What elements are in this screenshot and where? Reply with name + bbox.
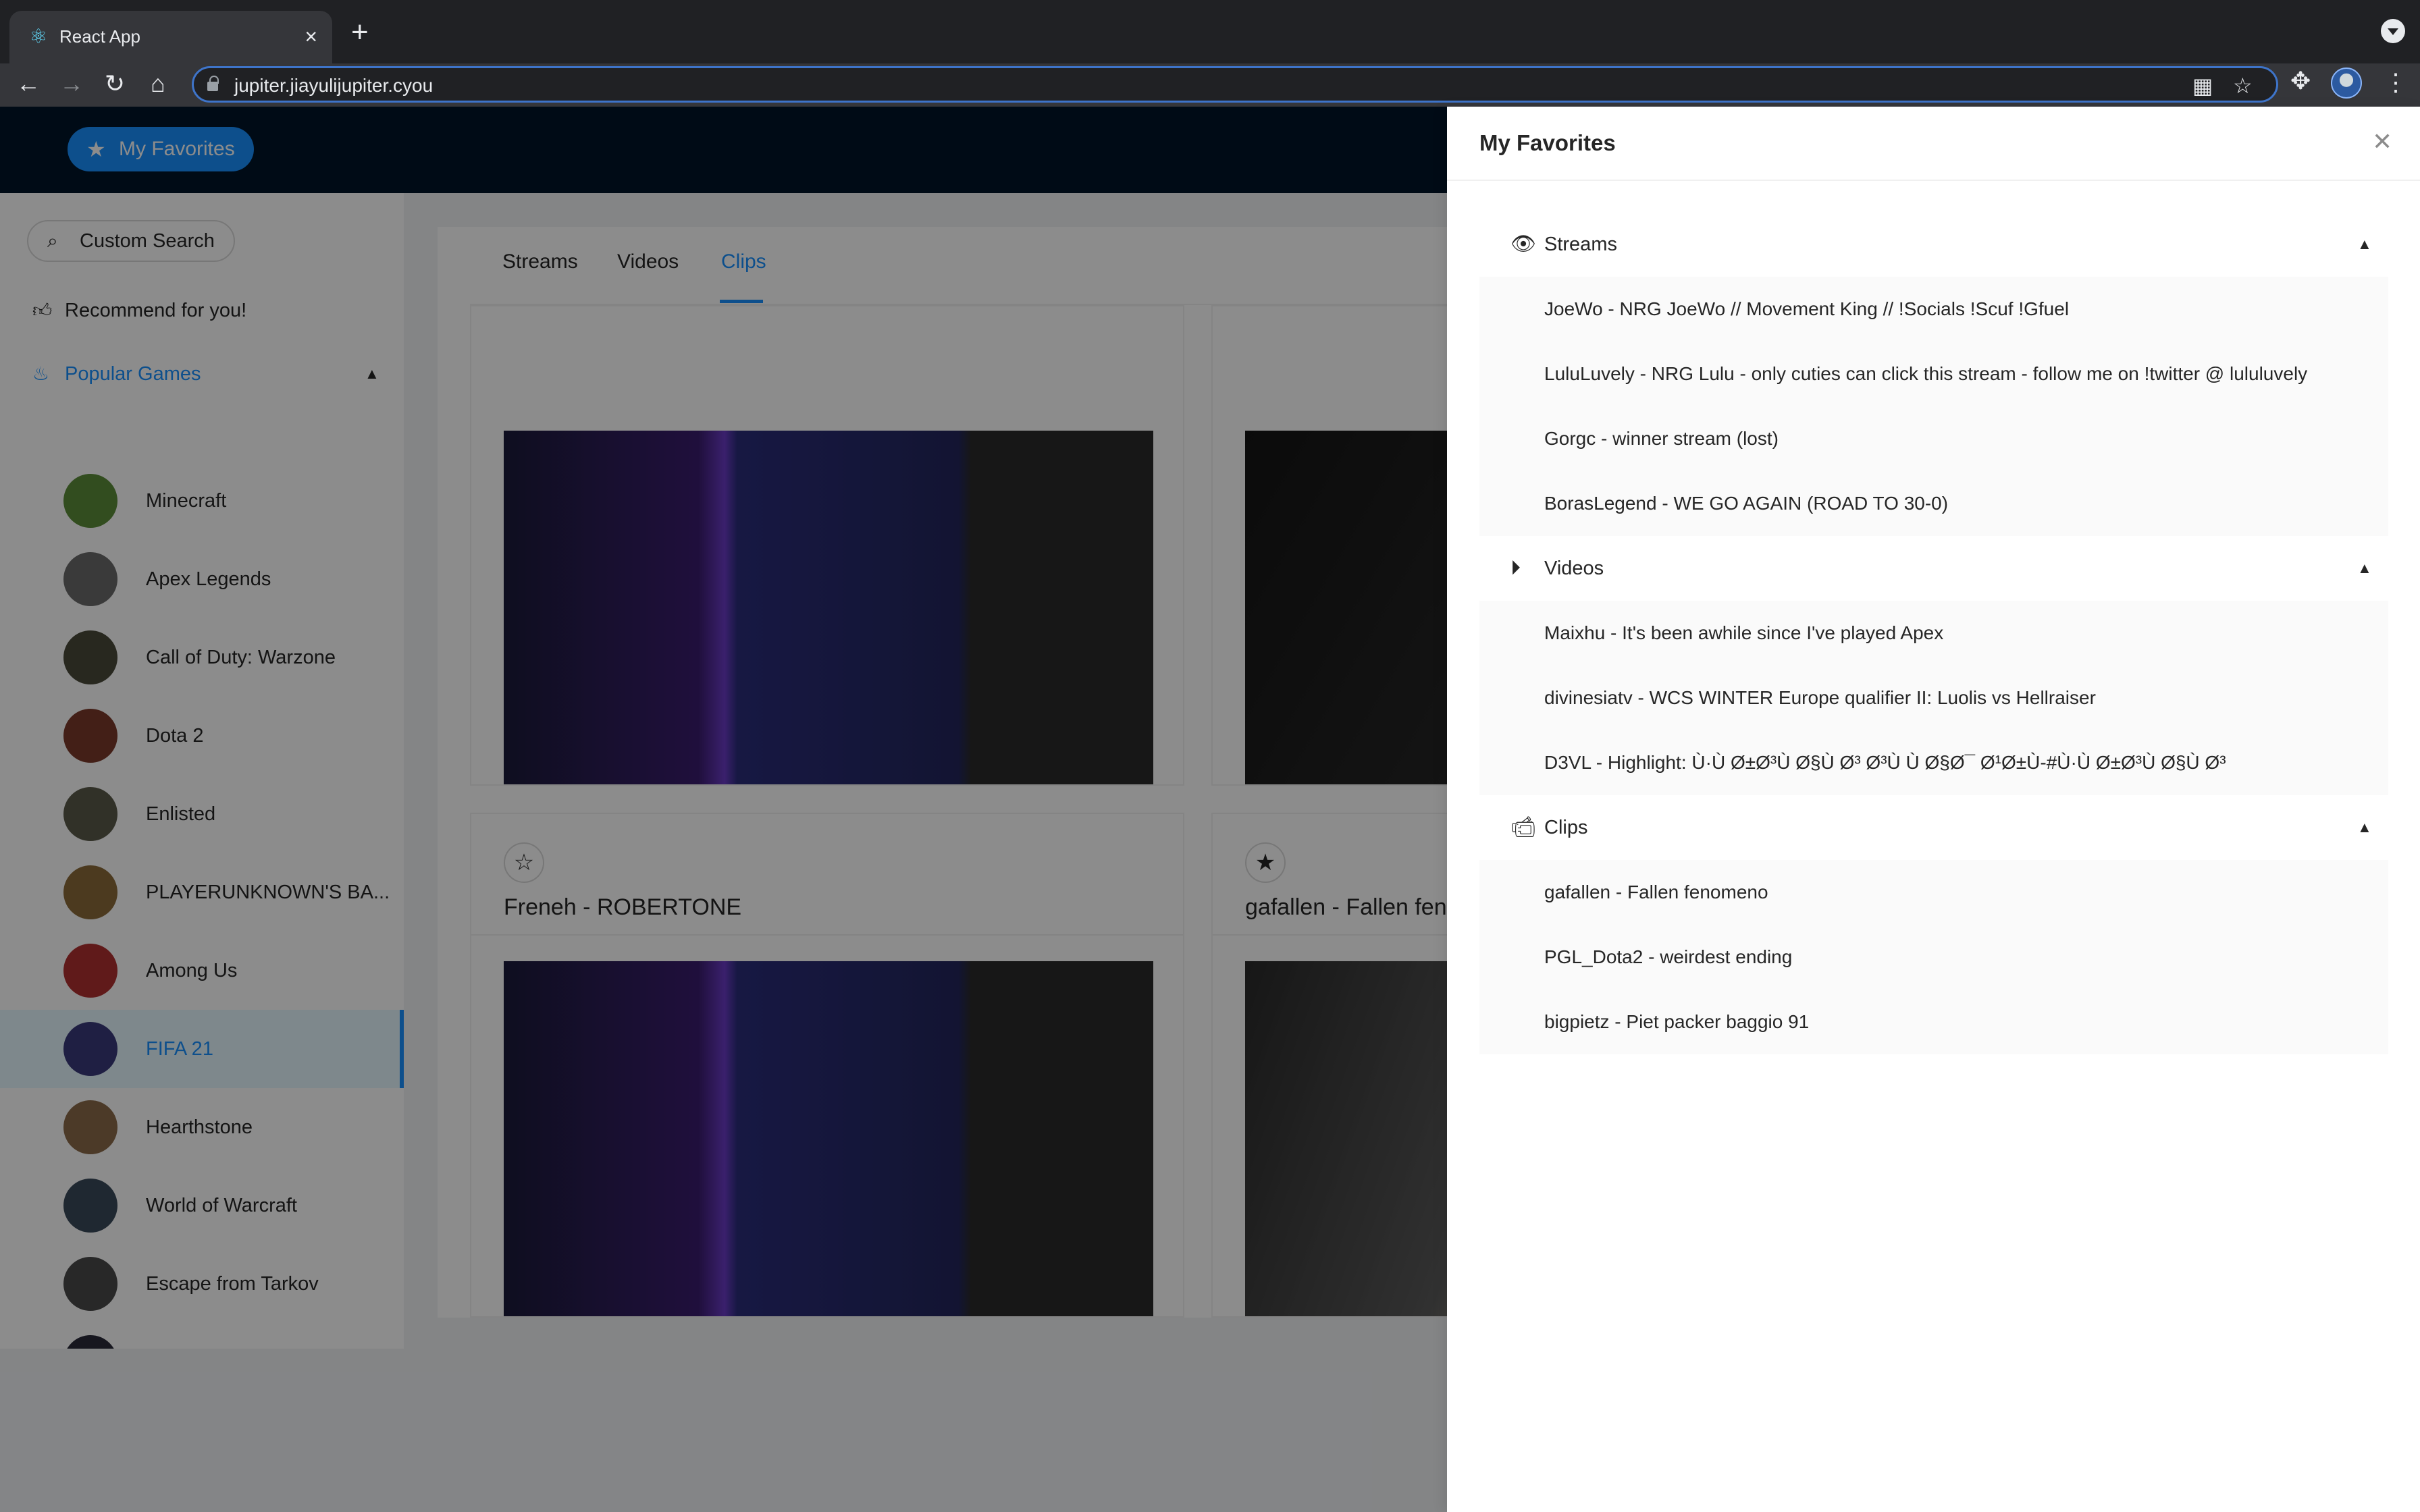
favorites-clips-list: gafallen - Fallen fenomeno PGL_Dota2 - w… — [1479, 860, 2388, 1054]
favorite-item[interactable]: BorasLegend - WE GO AGAIN (ROAD TO 30-0) — [1544, 490, 1948, 517]
favorite-item[interactable]: PGL_Dota2 - weirdest ending — [1544, 944, 1792, 971]
favorite-item[interactable]: gafallen - Fallen fenomeno — [1544, 879, 1768, 906]
collapse-header-streams[interactable]: 👁︎ Streams ▲ — [1479, 212, 2388, 277]
address-bar[interactable]: jupiter.jiayulijupiter.cyou ▦ ☆ — [192, 66, 2278, 103]
back-icon[interactable]: ← — [14, 69, 43, 99]
reload-icon[interactable]: ↻ — [100, 69, 130, 99]
url-text[interactable]: jupiter.jiayulijupiter.cyou — [234, 75, 433, 97]
section-label: Clips — [1544, 817, 1588, 838]
browser-tabbar: ⚛ React App × + — [0, 0, 2420, 63]
qr-code-icon[interactable]: ▦ — [2192, 72, 2213, 99]
favorite-item[interactable]: LuluLuvely - NRG Lulu - only cuties can … — [1544, 360, 2307, 387]
favorite-item[interactable]: bigpietz - Piet packer baggio 91 — [1544, 1008, 1809, 1035]
drawer-header: My Favorites ✕ — [1447, 107, 2420, 181]
drawer-title: My Favorites — [1479, 130, 1616, 155]
home-icon[interactable]: ⌂ — [143, 69, 173, 99]
browser-tab-title: React App — [59, 26, 140, 47]
favorite-item[interactable]: divinesiatv - WCS WINTER Europe qualifie… — [1544, 684, 2096, 711]
chevron-up-icon: ▲ — [2357, 236, 2372, 252]
bookmark-star-icon[interactable]: ☆ — [2233, 72, 2253, 99]
chevron-up-icon: ▲ — [2357, 560, 2372, 576]
chevron-up-icon: ▲ — [2357, 819, 2372, 836]
favorite-item[interactable]: Gorgc - winner stream (lost) — [1544, 425, 1779, 452]
video-camera-icon: 📹︎ — [1510, 816, 1537, 838]
close-tab-icon[interactable]: × — [305, 23, 317, 50]
section-label: Videos — [1544, 558, 1604, 579]
browser-menu-icon[interactable]: ⋮ — [2384, 68, 2408, 97]
lock-icon — [207, 76, 219, 91]
forward-icon[interactable]: → — [57, 69, 86, 99]
play-square-icon: ⏵ — [1510, 557, 1521, 579]
close-icon[interactable]: ✕ — [2372, 127, 2392, 157]
favorites-drawer: My Favorites ✕ 👁︎ Streams ▲ JoeWo - NRG … — [1447, 107, 2420, 1512]
react-favicon-icon: ⚛ — [29, 26, 48, 48]
collapse-header-clips[interactable]: 📹︎ Clips ▲ — [1479, 795, 2388, 860]
favorite-item[interactable]: D3VL - Highlight: Ù·Ù Ø±Ø³Ù Ø§Ù Ø³ Ø³Ù Ù… — [1544, 749, 2355, 776]
browser-toolbar: ← → ↻ ⌂ jupiter.jiayulijupiter.cyou ▦ ☆ — [0, 63, 2420, 107]
favorite-item[interactable]: JoeWo - NRG JoeWo // Movement King // !S… — [1544, 296, 2069, 323]
favorites-streams-list: JoeWo - NRG JoeWo // Movement King // !S… — [1479, 277, 2388, 536]
browser-tab[interactable]: ⚛ React App × — [9, 11, 332, 63]
collapse-header-videos[interactable]: ⏵ Videos ▲ — [1479, 536, 2388, 601]
favorite-item[interactable]: Maixhu - It's been awhile since I've pla… — [1544, 620, 1943, 647]
extensions-puzzle-icon[interactable]: ✥ — [2290, 66, 2311, 96]
profile-avatar[interactable] — [2331, 68, 2362, 99]
favorites-videos-list: Maixhu - It's been awhile since I've pla… — [1479, 601, 2388, 795]
tab-search-icon[interactable] — [2381, 19, 2405, 43]
section-label: Streams — [1544, 234, 1617, 255]
new-tab-icon[interactable]: + — [351, 18, 369, 47]
eye-icon: 👁︎ — [1510, 233, 1537, 255]
